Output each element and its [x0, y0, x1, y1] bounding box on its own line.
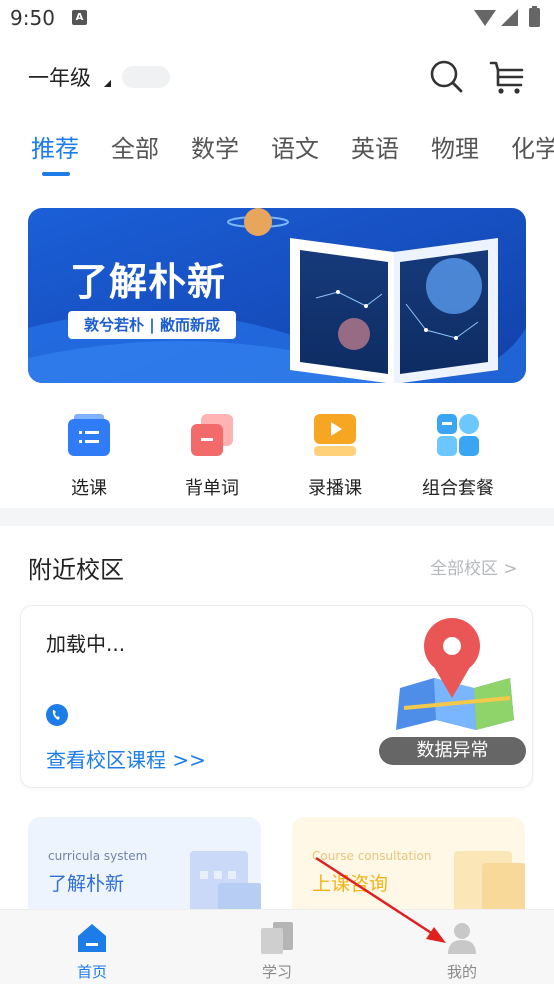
tab-chemistry[interactable]: 化学	[511, 129, 554, 164]
quick-entry-label: 录播课	[308, 478, 362, 499]
bundle-package-icon	[437, 414, 479, 456]
promo-title: 上课咨询	[312, 873, 389, 895]
nav-study[interactable]: 学习	[217, 910, 337, 984]
phone-icon[interactable]	[46, 704, 68, 726]
home-icon	[78, 924, 106, 952]
quick-entry-bundle[interactable]: 组合套餐	[408, 412, 508, 500]
tab-all[interactable]: 全部	[111, 129, 159, 164]
banner-title: 了解朴新	[70, 260, 227, 304]
nav-label: 学习	[261, 963, 292, 981]
nearby-campus-title: 附近校区	[28, 556, 124, 584]
course-select-icon	[68, 414, 110, 456]
tab-english[interactable]: 英语	[351, 129, 399, 164]
tab-physics[interactable]: 物理	[431, 129, 479, 164]
promo-title: 了解朴新	[48, 873, 125, 895]
status-time: 9:50	[10, 6, 55, 30]
promo-english-caption: curricula system	[48, 849, 148, 863]
quick-entry-label: 选课	[71, 478, 107, 499]
tab-recommend[interactable]: 推荐	[31, 129, 79, 164]
bottom-navigation: 首页 学习 我的	[0, 909, 554, 984]
tab-chinese[interactable]: 语文	[271, 129, 319, 164]
grade-selector[interactable]: 一年级	[28, 62, 91, 92]
campus-loading-text: 加载中...	[46, 632, 126, 656]
view-campus-courses-link[interactable]: 查看校区课程 >>	[46, 744, 206, 773]
status-bar: 9:50 A	[0, 0, 554, 38]
quick-entry-vocabulary[interactable]: 背单词	[162, 412, 262, 500]
vocabulary-icon	[191, 414, 233, 456]
profile-icon	[448, 923, 476, 954]
nav-home[interactable]: 首页	[32, 910, 152, 984]
tab-math[interactable]: 数学	[191, 129, 239, 164]
quick-entry-label: 组合套餐	[422, 478, 494, 499]
recorded-video-icon	[314, 414, 356, 456]
quick-entry-course-select[interactable]: 选课	[39, 412, 139, 500]
active-tab-indicator	[42, 172, 70, 176]
promo-english-caption: Course consultation	[312, 849, 432, 863]
map-location-illustration	[396, 618, 514, 730]
nav-label: 首页	[76, 963, 107, 981]
signal-battery-icons	[474, 6, 540, 27]
section-divider	[0, 508, 554, 526]
search-icon[interactable]	[428, 58, 464, 94]
cart-icon[interactable]	[488, 58, 526, 96]
all-campus-link[interactable]: 全部校区 >	[430, 554, 518, 579]
notification-icon: A	[72, 10, 87, 25]
nav-profile[interactable]: 我的	[402, 910, 522, 984]
top-header: 一年级	[0, 50, 554, 104]
study-book-icon	[261, 922, 293, 954]
data-error-badge: 数据异常	[379, 737, 526, 765]
category-tabs: 推荐 全部 数学 语文 英语 物理 化学	[0, 124, 554, 178]
quick-entry-label: 背单词	[185, 478, 239, 499]
banner-subtitle: 敦兮若朴 | 敝而新成	[68, 311, 236, 339]
nav-label: 我的	[446, 963, 477, 981]
location-pill[interactable]	[122, 66, 170, 88]
dropdown-arrow-icon[interactable]	[104, 80, 111, 87]
quick-entry-recorded[interactable]: 录播课	[285, 412, 385, 500]
